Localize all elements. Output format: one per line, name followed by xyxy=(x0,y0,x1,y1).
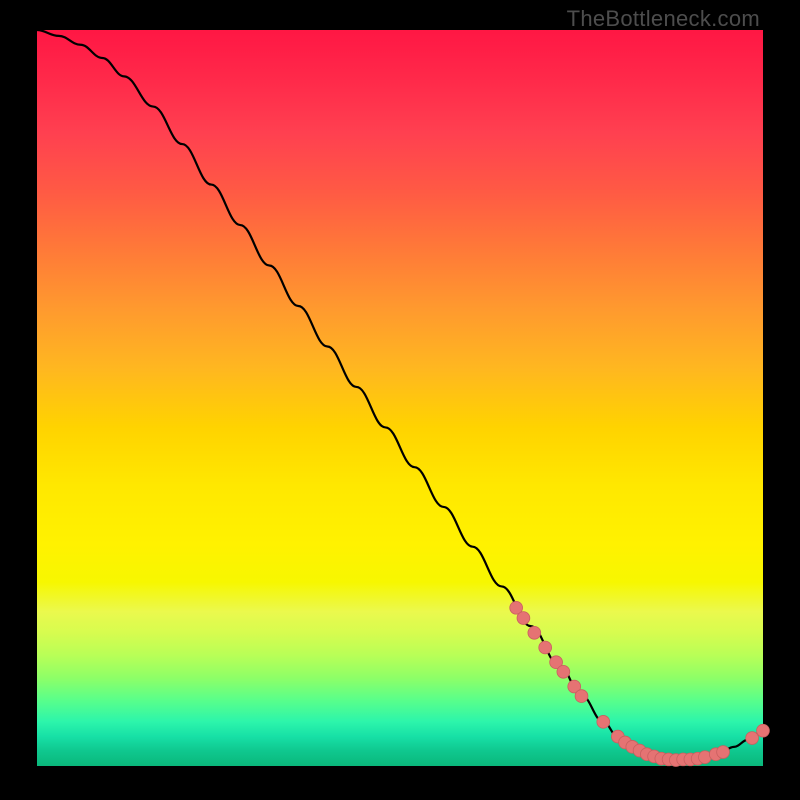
data-markers xyxy=(510,601,770,766)
data-marker xyxy=(575,690,588,703)
data-marker xyxy=(528,626,541,639)
data-marker xyxy=(517,612,530,625)
data-marker xyxy=(557,665,570,678)
data-marker xyxy=(717,746,730,759)
watermark-text: TheBottleneck.com xyxy=(567,6,760,32)
chart-container: TheBottleneck.com xyxy=(0,0,800,800)
chart-svg xyxy=(37,30,763,766)
plot-area xyxy=(37,30,763,766)
data-marker xyxy=(539,641,552,654)
data-marker xyxy=(597,715,610,728)
data-marker xyxy=(757,724,770,737)
bottleneck-curve xyxy=(37,30,763,760)
data-marker xyxy=(746,732,759,745)
